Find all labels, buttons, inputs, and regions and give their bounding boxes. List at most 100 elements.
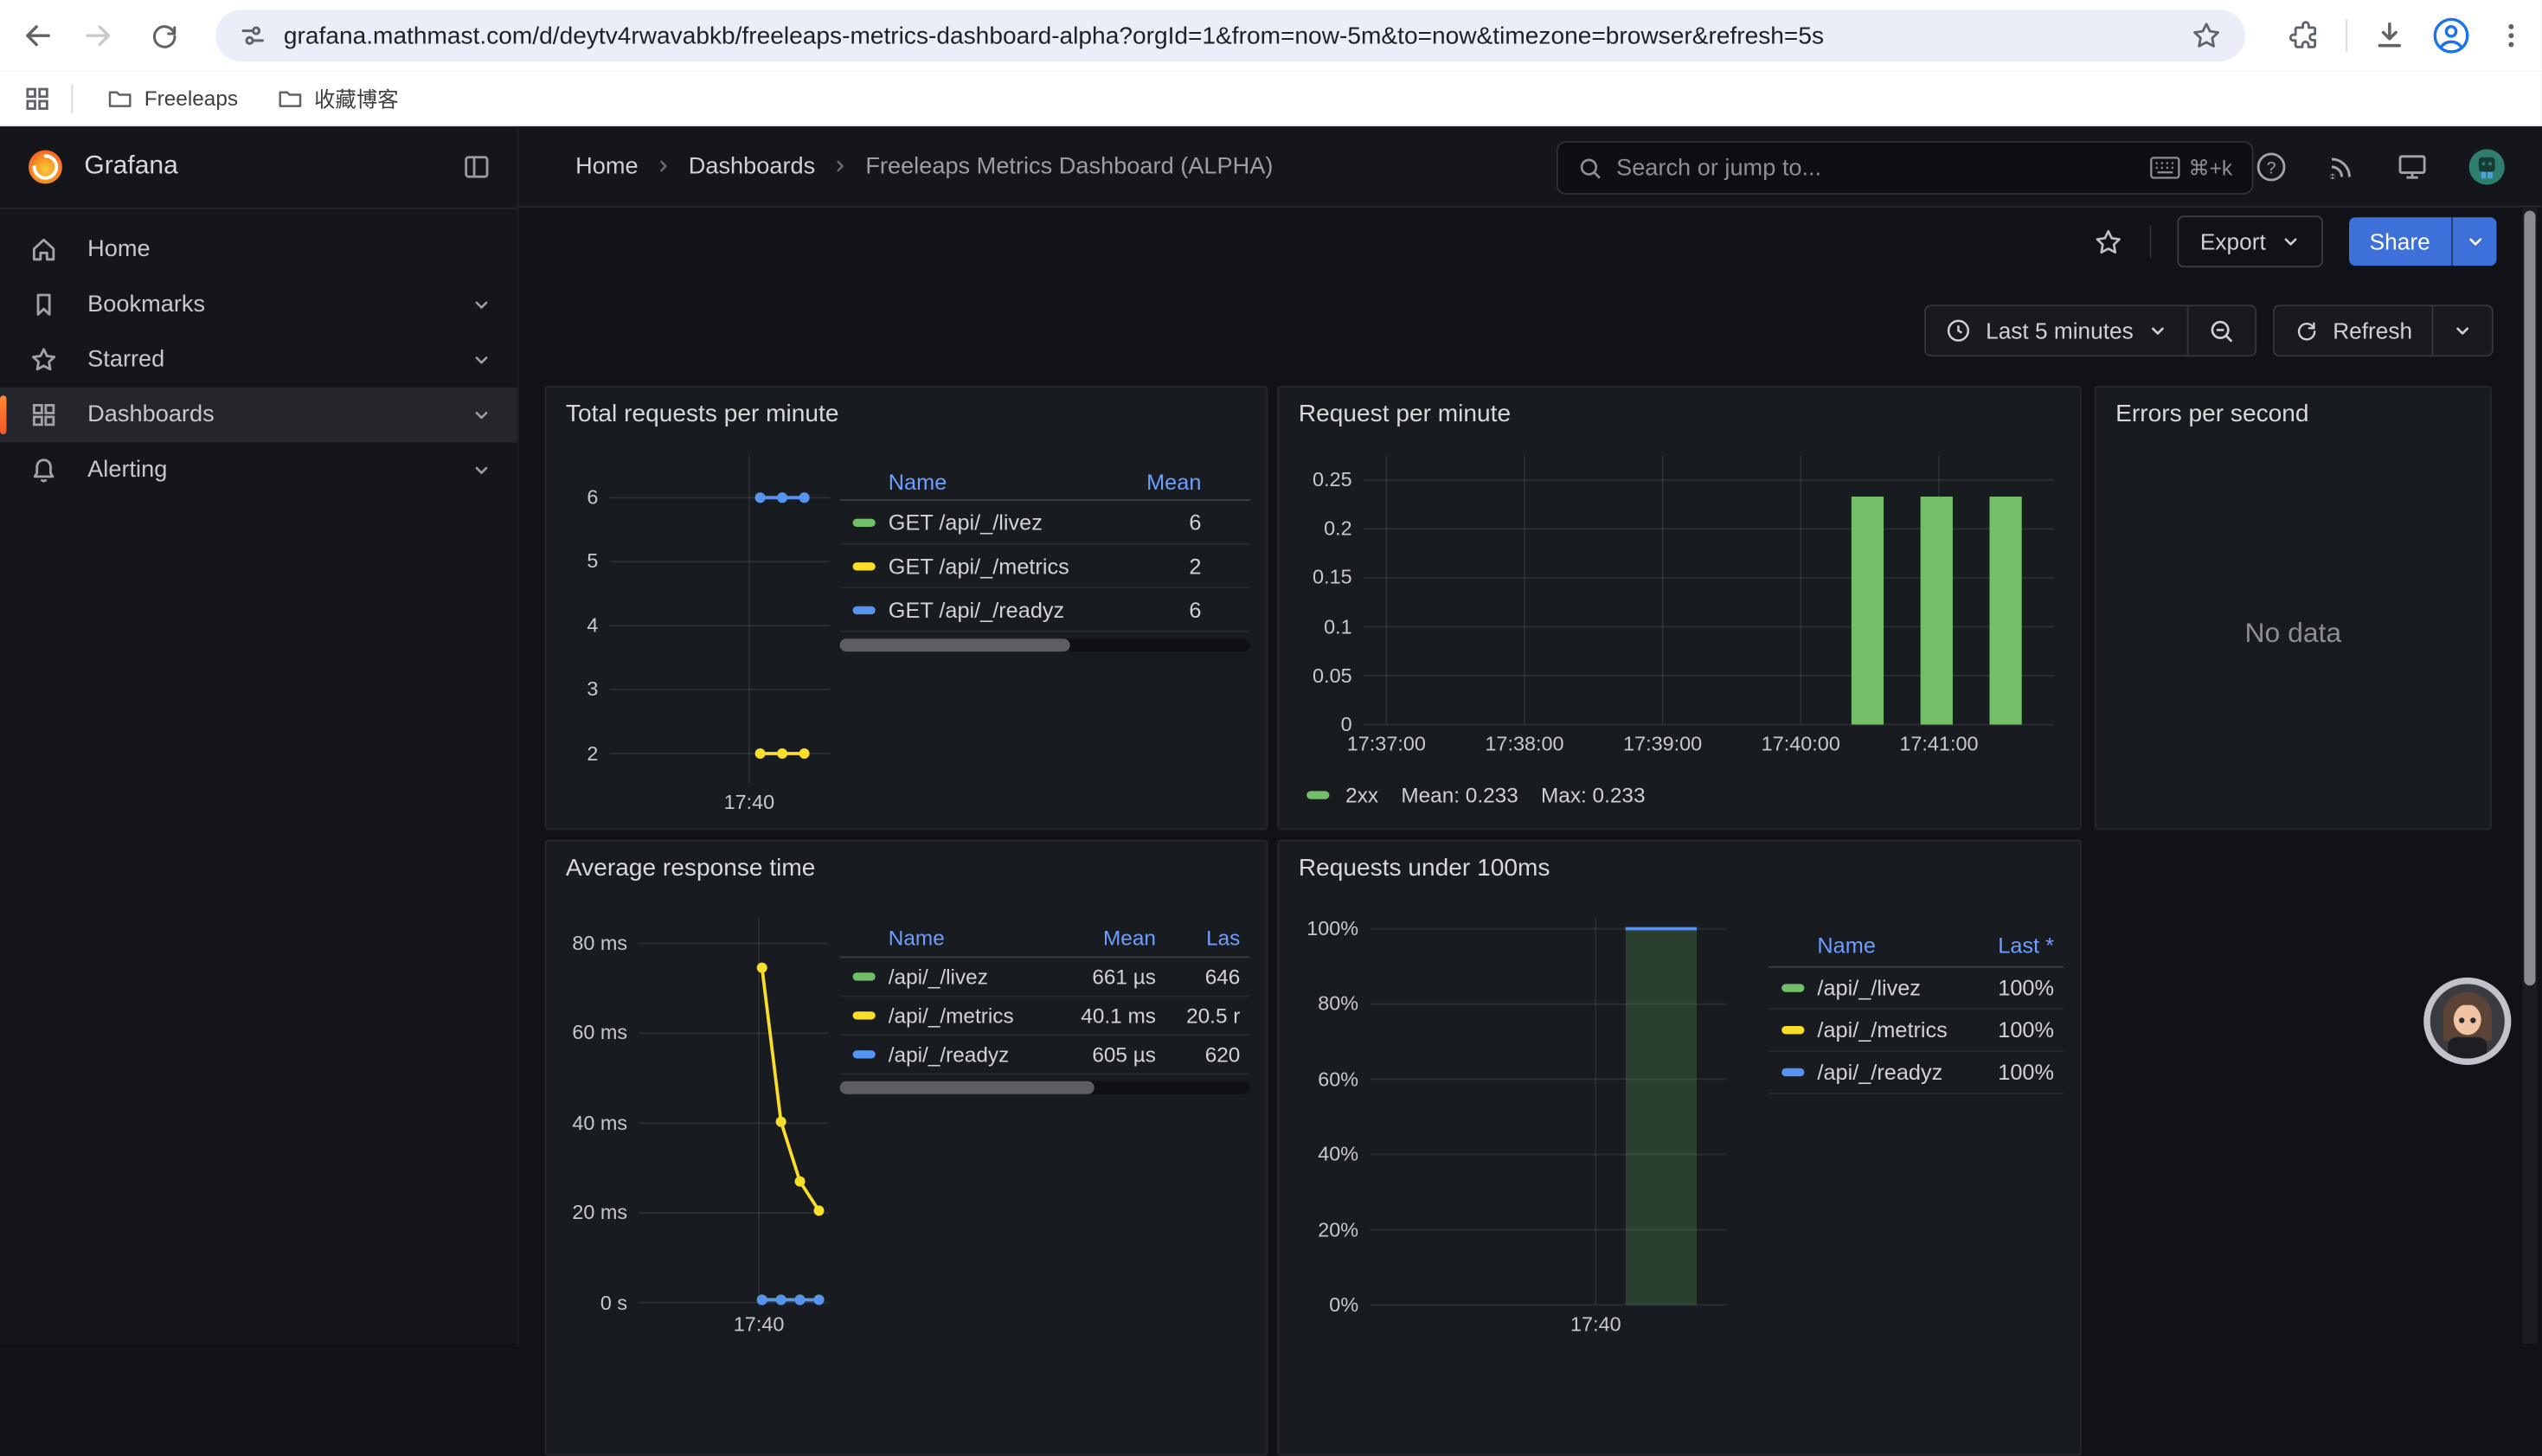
grafana-logo[interactable] bbox=[26, 148, 65, 187]
legend-table-row[interactable]: GET /api/_/livez6 bbox=[840, 501, 1250, 545]
downloads-icon[interactable] bbox=[2373, 19, 2405, 51]
series-name[interactable]: /api/_/livez bbox=[1817, 976, 1950, 1000]
share-menu-button[interactable] bbox=[2451, 217, 2496, 266]
y-axis-tick: 0.2 bbox=[1299, 516, 1352, 542]
series-name[interactable]: /api/_/readyz bbox=[1817, 1060, 1950, 1084]
monitor-icon[interactable] bbox=[2396, 150, 2428, 182]
legend-table-row[interactable]: GET /api/_/readyz6 bbox=[840, 588, 1250, 632]
sidebar-item-bookmarks[interactable]: Bookmarks bbox=[0, 277, 517, 332]
legend-scrollbar[interactable] bbox=[840, 638, 1250, 651]
legend-table: NameMeanGET /api/_/livez6GET /api/_/metr… bbox=[840, 464, 1250, 651]
legend-table-row[interactable]: /api/_/readyz605 µs620 bbox=[840, 1036, 1250, 1074]
profile-icon[interactable] bbox=[2432, 16, 2471, 55]
column-header[interactable]: Mean bbox=[1136, 469, 1201, 493]
rss-icon[interactable] bbox=[2327, 151, 2358, 182]
site-settings-icon[interactable] bbox=[238, 21, 267, 50]
x-axis-tick: 17:40:00 bbox=[1744, 731, 1858, 757]
extensions-icon[interactable] bbox=[2288, 19, 2320, 51]
sidebar-item-dashboards[interactable]: Dashboards bbox=[0, 388, 517, 443]
legend-table-row[interactable]: /api/_/livez100% bbox=[1768, 968, 2064, 1010]
url-text[interactable]: grafana.mathmast.com/d/deytv4rwavabkb/fr… bbox=[284, 22, 2190, 49]
legend-table-row[interactable]: /api/_/metrics100% bbox=[1768, 1010, 2064, 1052]
column-header[interactable]: Mean bbox=[1056, 926, 1156, 950]
panel-title[interactable]: Average response time bbox=[566, 854, 816, 882]
legend-table-row[interactable]: GET /api/_/metrics2 bbox=[840, 545, 1250, 589]
scrollbar-thumb[interactable] bbox=[2524, 211, 2535, 986]
series-name[interactable]: GET /api/_/livez bbox=[889, 510, 1124, 534]
legend-mean: Mean: 0.233 bbox=[1401, 783, 1518, 807]
url-bar[interactable]: grafana.mathmast.com/d/deytv4rwavabkb/fr… bbox=[215, 10, 2245, 61]
series-name[interactable]: GET /api/_/metrics bbox=[889, 554, 1124, 578]
clock-icon bbox=[1945, 317, 1971, 343]
bookmark-folder[interactable]: 收藏博客 bbox=[262, 76, 413, 120]
y-axis-tick: 3 bbox=[566, 677, 598, 702]
no-data-label: No data bbox=[2096, 618, 2490, 650]
x-axis-tick: 17:39:00 bbox=[1606, 731, 1719, 757]
zoom-out-button[interactable] bbox=[2187, 306, 2256, 355]
sidebar-item-alerting[interactable]: Alerting bbox=[0, 443, 517, 498]
bar-chart[interactable]: 00.050.10.150.20.2517:37:0017:38:0017:39… bbox=[1299, 456, 2054, 764]
y-axis-tick: 5 bbox=[566, 548, 598, 574]
page-scrollbar[interactable] bbox=[2522, 208, 2537, 1344]
legend-table-row[interactable]: /api/_/metrics40.1 ms20.5 r bbox=[840, 997, 1250, 1036]
panel-title[interactable]: Request per minute bbox=[1299, 401, 1511, 428]
collapse-sidebar-icon[interactable] bbox=[462, 152, 491, 182]
apps-grid-icon[interactable] bbox=[22, 83, 52, 112]
series-name[interactable]: /api/_/metrics bbox=[1817, 1018, 1950, 1042]
column-header[interactable]: Las bbox=[1169, 926, 1240, 950]
time-range-picker[interactable]: Last 5 minutes bbox=[1926, 306, 2187, 355]
browser-toolbar: grafana.mathmast.com/d/deytv4rwavabkb/fr… bbox=[0, 0, 2542, 71]
refresh-group: Refresh bbox=[2273, 305, 2494, 356]
forward-icon bbox=[87, 27, 108, 45]
sidebar-item-starred[interactable]: Starred bbox=[0, 332, 517, 388]
timeseries-chart[interactable]: 2345617:40 bbox=[566, 456, 830, 818]
column-header-name[interactable]: Name bbox=[889, 926, 1043, 950]
panel-errors-per-second: Errors per second No data bbox=[2095, 386, 2492, 830]
legend-table-row[interactable]: /api/_/readyz100% bbox=[1768, 1052, 2064, 1094]
floating-avatar[interactable] bbox=[2422, 976, 2513, 1067]
sidebar-item-home[interactable]: Home bbox=[0, 222, 517, 278]
reload-button[interactable] bbox=[136, 8, 191, 63]
series-name[interactable]: GET /api/_/readyz bbox=[889, 597, 1124, 621]
y-axis-tick: 80 ms bbox=[566, 931, 627, 957]
export-button[interactable]: Export bbox=[2178, 215, 2323, 267]
legend-scrollbar[interactable] bbox=[840, 1081, 1250, 1094]
column-header-name[interactable]: Name bbox=[1817, 933, 1950, 958]
favorite-star-button[interactable] bbox=[2093, 226, 2124, 257]
y-axis-tick: 0.05 bbox=[1299, 663, 1352, 689]
breadcrumb-item[interactable]: Dashboards bbox=[689, 153, 815, 179]
share-button[interactable]: Share bbox=[2348, 217, 2451, 266]
timeseries-chart[interactable]: 0 s20 ms40 ms60 ms80 ms17:40 bbox=[566, 918, 829, 1346]
forward-button[interactable] bbox=[71, 8, 126, 63]
help-icon[interactable]: ? bbox=[2255, 150, 2287, 182]
refresh-interval-button[interactable] bbox=[2432, 306, 2492, 355]
panel-title[interactable]: Total requests per minute bbox=[566, 401, 839, 428]
legend-scrollbar-thumb[interactable] bbox=[840, 1081, 1094, 1094]
series-value: 646 bbox=[1169, 965, 1240, 989]
breadcrumb-item[interactable]: Home bbox=[575, 153, 638, 179]
search-icon bbox=[1577, 155, 1603, 181]
series-name[interactable]: /api/_/readyz bbox=[889, 1042, 1043, 1067]
bar-chart[interactable]: 0%20%40%60%80%100%17:40 bbox=[1299, 918, 1727, 1346]
panel-request-per-minute: Request per minute 00.050.10.150.20.2517… bbox=[1277, 386, 2081, 830]
search-input[interactable]: Search or jump to... ⌘+k bbox=[1557, 141, 2254, 195]
legend-table-row[interactable]: /api/_/livez661 µs646 bbox=[840, 958, 1250, 997]
panel-title[interactable]: Errors per second bbox=[2115, 401, 2308, 428]
keyboard-icon bbox=[2149, 156, 2180, 180]
column-header-name[interactable]: Name bbox=[889, 469, 1124, 493]
bookmark-star-icon[interactable] bbox=[2190, 19, 2222, 51]
legend[interactable]: 2xx Mean: 0.233 Max: 0.233 bbox=[1306, 783, 1645, 807]
reload-icon bbox=[153, 26, 173, 46]
series-name[interactable]: /api/_/livez bbox=[889, 965, 1043, 989]
menu-icon[interactable] bbox=[2496, 21, 2526, 50]
panel-title[interactable]: Requests under 100ms bbox=[1299, 854, 1550, 882]
column-header[interactable]: Last * bbox=[1963, 933, 2054, 958]
back-button[interactable] bbox=[10, 8, 65, 63]
chevron-down-icon bbox=[472, 405, 491, 424]
bookmark-folder[interactable]: Freeleaps bbox=[93, 79, 253, 118]
series-name[interactable]: /api/_/metrics bbox=[889, 1004, 1043, 1028]
user-avatar[interactable] bbox=[2468, 147, 2507, 186]
legend-scrollbar-thumb[interactable] bbox=[840, 638, 1069, 651]
series-value: 620 bbox=[1169, 1042, 1240, 1067]
refresh-button[interactable]: Refresh bbox=[2275, 306, 2432, 355]
